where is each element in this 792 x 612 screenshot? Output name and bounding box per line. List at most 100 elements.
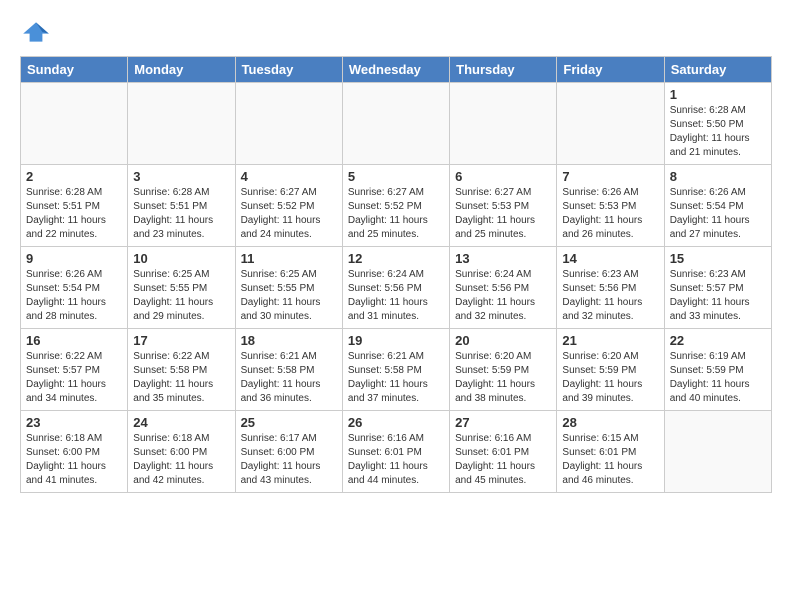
day-info: Sunrise: 6:17 AM Sunset: 6:00 PM Dayligh…	[241, 432, 337, 488]
day-number: 7	[562, 169, 658, 184]
calendar-cell: 12 Sunrise: 6:24 AM Sunset: 5:56 PM Dayli…	[342, 247, 449, 329]
calendar-table: SundayMondayTuesdayWednesdayThursdayFrid…	[20, 56, 772, 493]
day-number: 10	[133, 251, 229, 266]
calendar-cell: 27 Sunrise: 6:16 AM Sunset: 6:01 PM Dayli…	[450, 411, 557, 493]
day-info: Sunrise: 6:27 AM Sunset: 5:52 PM Dayligh…	[241, 186, 337, 242]
calendar-cell: 14 Sunrise: 6:23 AM Sunset: 5:56 PM Dayli…	[557, 247, 664, 329]
calendar-cell: 25 Sunrise: 6:17 AM Sunset: 6:00 PM Dayli…	[235, 411, 342, 493]
day-info: Sunrise: 6:15 AM Sunset: 6:01 PM Dayligh…	[562, 432, 658, 488]
col-header-saturday: Saturday	[664, 57, 771, 83]
day-number: 20	[455, 333, 551, 348]
day-number: 13	[455, 251, 551, 266]
day-info: Sunrise: 6:24 AM Sunset: 5:56 PM Dayligh…	[455, 268, 551, 324]
day-number: 17	[133, 333, 229, 348]
calendar-cell: 28 Sunrise: 6:15 AM Sunset: 6:01 PM Dayli…	[557, 411, 664, 493]
calendar-cell: 6 Sunrise: 6:27 AM Sunset: 5:53 PM Daylig…	[450, 165, 557, 247]
logo	[20, 16, 54, 48]
day-number: 22	[670, 333, 766, 348]
day-number: 3	[133, 169, 229, 184]
day-number: 12	[348, 251, 444, 266]
day-info: Sunrise: 6:26 AM Sunset: 5:53 PM Dayligh…	[562, 186, 658, 242]
day-info: Sunrise: 6:20 AM Sunset: 5:59 PM Dayligh…	[455, 350, 551, 406]
day-number: 27	[455, 415, 551, 430]
day-number: 2	[26, 169, 122, 184]
calendar-cell	[342, 83, 449, 165]
day-info: Sunrise: 6:26 AM Sunset: 5:54 PM Dayligh…	[670, 186, 766, 242]
calendar-week-2: 9 Sunrise: 6:26 AM Sunset: 5:54 PM Daylig…	[21, 247, 772, 329]
calendar-cell: 2 Sunrise: 6:28 AM Sunset: 5:51 PM Daylig…	[21, 165, 128, 247]
calendar-cell: 22 Sunrise: 6:19 AM Sunset: 5:59 PM Dayli…	[664, 329, 771, 411]
day-number: 6	[455, 169, 551, 184]
day-info: Sunrise: 6:22 AM Sunset: 5:58 PM Dayligh…	[133, 350, 229, 406]
day-number: 9	[26, 251, 122, 266]
calendar-cell: 3 Sunrise: 6:28 AM Sunset: 5:51 PM Daylig…	[128, 165, 235, 247]
calendar-cell: 5 Sunrise: 6:27 AM Sunset: 5:52 PM Daylig…	[342, 165, 449, 247]
day-info: Sunrise: 6:26 AM Sunset: 5:54 PM Dayligh…	[26, 268, 122, 324]
calendar-cell: 24 Sunrise: 6:18 AM Sunset: 6:00 PM Dayli…	[128, 411, 235, 493]
day-number: 15	[670, 251, 766, 266]
day-number: 11	[241, 251, 337, 266]
day-info: Sunrise: 6:28 AM Sunset: 5:51 PM Dayligh…	[133, 186, 229, 242]
calendar-cell: 13 Sunrise: 6:24 AM Sunset: 5:56 PM Dayli…	[450, 247, 557, 329]
day-number: 19	[348, 333, 444, 348]
calendar-cell: 11 Sunrise: 6:25 AM Sunset: 5:55 PM Dayli…	[235, 247, 342, 329]
calendar-cell: 20 Sunrise: 6:20 AM Sunset: 5:59 PM Dayli…	[450, 329, 557, 411]
day-info: Sunrise: 6:23 AM Sunset: 5:57 PM Dayligh…	[670, 268, 766, 324]
day-info: Sunrise: 6:25 AM Sunset: 5:55 PM Dayligh…	[241, 268, 337, 324]
calendar-cell: 7 Sunrise: 6:26 AM Sunset: 5:53 PM Daylig…	[557, 165, 664, 247]
day-number: 16	[26, 333, 122, 348]
calendar-week-0: 1Sunrise: 6:28 AM Sunset: 5:50 PM Daylig…	[21, 83, 772, 165]
day-info: Sunrise: 6:23 AM Sunset: 5:56 PM Dayligh…	[562, 268, 658, 324]
calendar-week-1: 2 Sunrise: 6:28 AM Sunset: 5:51 PM Daylig…	[21, 165, 772, 247]
calendar-cell: 9 Sunrise: 6:26 AM Sunset: 5:54 PM Daylig…	[21, 247, 128, 329]
day-number: 26	[348, 415, 444, 430]
calendar-cell: 8 Sunrise: 6:26 AM Sunset: 5:54 PM Daylig…	[664, 165, 771, 247]
day-number: 28	[562, 415, 658, 430]
day-info: Sunrise: 6:21 AM Sunset: 5:58 PM Dayligh…	[348, 350, 444, 406]
day-info: Sunrise: 6:19 AM Sunset: 5:59 PM Dayligh…	[670, 350, 766, 406]
col-header-monday: Monday	[128, 57, 235, 83]
day-info: Sunrise: 6:20 AM Sunset: 5:59 PM Dayligh…	[562, 350, 658, 406]
day-number: 8	[670, 169, 766, 184]
day-info: Sunrise: 6:25 AM Sunset: 5:55 PM Dayligh…	[133, 268, 229, 324]
day-number: 23	[26, 415, 122, 430]
day-info: Sunrise: 6:27 AM Sunset: 5:53 PM Dayligh…	[455, 186, 551, 242]
page: SundayMondayTuesdayWednesdayThursdayFrid…	[0, 0, 792, 509]
calendar-cell	[664, 411, 771, 493]
calendar-cell	[21, 83, 128, 165]
calendar-cell: 1Sunrise: 6:28 AM Sunset: 5:50 PM Daylig…	[664, 83, 771, 165]
col-header-tuesday: Tuesday	[235, 57, 342, 83]
day-info: Sunrise: 6:27 AM Sunset: 5:52 PM Dayligh…	[348, 186, 444, 242]
calendar-cell: 23Sunrise: 6:18 AM Sunset: 6:00 PM Dayli…	[21, 411, 128, 493]
day-info: Sunrise: 6:16 AM Sunset: 6:01 PM Dayligh…	[455, 432, 551, 488]
calendar-cell	[450, 83, 557, 165]
calendar-header-row: SundayMondayTuesdayWednesdayThursdayFrid…	[21, 57, 772, 83]
day-number: 1	[670, 87, 766, 102]
calendar-week-4: 23 Sunrise: 6:18 AM Sunset: 6:00 PM Dayli…	[21, 411, 772, 493]
day-number: 18	[241, 333, 337, 348]
day-number: 14	[562, 251, 658, 266]
day-info: Sunrise: 6:18 AM Sunset: 6:00 PM Dayligh…	[133, 432, 229, 488]
col-header-wednesday: Wednesday	[342, 57, 449, 83]
calendar-cell	[128, 83, 235, 165]
calendar-cell: 10 Sunrise: 6:25 AM Sunset: 5:55 PM Dayli…	[128, 247, 235, 329]
header	[20, 16, 772, 48]
calendar-week-3: 16 Sunrise: 6:22 AM Sunset: 5:57 PM Dayli…	[21, 329, 772, 411]
day-info: Sunrise: 6:22 AM Sunset: 5:57 PM Dayligh…	[26, 350, 122, 406]
col-header-sunday: Sunday	[21, 57, 128, 83]
calendar-cell: 4Sunrise: 6:27 AM Sunset: 5:52 PM Daylig…	[235, 165, 342, 247]
calendar-cell: 16 Sunrise: 6:22 AM Sunset: 5:57 PM Dayli…	[21, 329, 128, 411]
calendar-cell	[557, 83, 664, 165]
day-info: Sunrise: 6:16 AM Sunset: 6:01 PM Dayligh…	[348, 432, 444, 488]
day-info: Sunrise: 6:28 AM Sunset: 5:51 PM Dayligh…	[26, 186, 122, 242]
day-number: 5	[348, 169, 444, 184]
day-info: Sunrise: 6:21 AM Sunset: 5:58 PM Dayligh…	[241, 350, 337, 406]
day-number: 21	[562, 333, 658, 348]
day-number: 25	[241, 415, 337, 430]
day-info: Sunrise: 6:24 AM Sunset: 5:56 PM Dayligh…	[348, 268, 444, 324]
day-number: 24	[133, 415, 229, 430]
calendar-cell: 19 Sunrise: 6:21 AM Sunset: 5:58 PM Dayli…	[342, 329, 449, 411]
calendar-cell	[235, 83, 342, 165]
calendar-cell: 15 Sunrise: 6:23 AM Sunset: 5:57 PM Dayli…	[664, 247, 771, 329]
calendar-cell: 26 Sunrise: 6:16 AM Sunset: 6:01 PM Dayli…	[342, 411, 449, 493]
